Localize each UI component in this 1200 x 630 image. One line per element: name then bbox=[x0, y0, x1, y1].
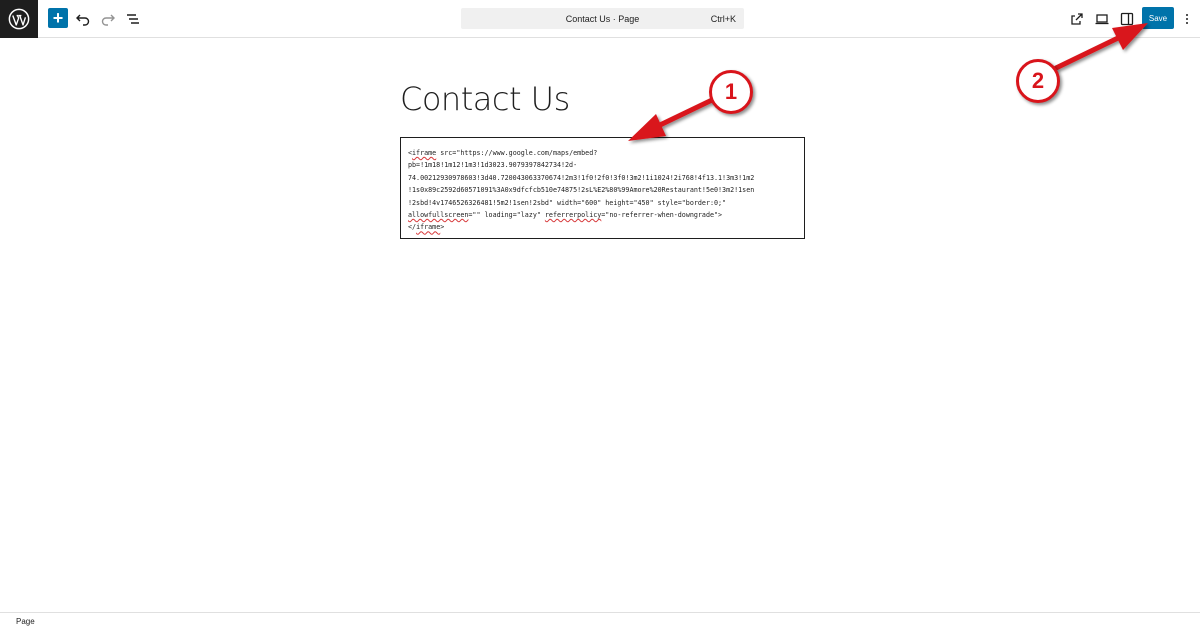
code-text-segment: ="no-referrer-when-downgrade"> bbox=[601, 211, 723, 220]
add-block-button[interactable]: + bbox=[48, 8, 68, 28]
undo-icon bbox=[76, 14, 90, 26]
undo-button[interactable] bbox=[73, 9, 93, 29]
redo-icon bbox=[101, 14, 115, 26]
dot-icon bbox=[1186, 18, 1188, 20]
spellcheck-word: iframe bbox=[412, 149, 437, 157]
code-text-segment: > bbox=[440, 223, 445, 232]
code-line: 74.00212930978603!3d40.720043063370674!2… bbox=[408, 174, 754, 182]
breadcrumb[interactable]: Page bbox=[16, 617, 35, 626]
spellcheck-word: allowfullscreen bbox=[408, 211, 469, 220]
dot-icon bbox=[1186, 22, 1188, 24]
options-menu-button[interactable] bbox=[1180, 9, 1194, 29]
dot-icon bbox=[1186, 14, 1188, 16]
code-text-segment: pb=!1m18!1m12!1m3!1d3023.9079397842734!2… bbox=[408, 161, 578, 170]
shortcut-hint: Ctrl+K bbox=[710, 13, 736, 24]
code-text-segment: src="https://www.google.com/maps/embed? bbox=[436, 149, 598, 157]
code-text-segment: 74.00212930978603!3d40.720043063370674!2… bbox=[408, 173, 755, 182]
spellcheck-word: iframe bbox=[416, 223, 441, 232]
editor-top-toolbar: + Contact Us · Page Ctrl+K Save bbox=[0, 0, 1200, 38]
arrow-1 bbox=[628, 97, 715, 141]
desktop-icon bbox=[1095, 14, 1109, 25]
external-link-icon bbox=[1071, 13, 1083, 25]
code-text-segment: !1s0x89c2592d60571091%3A0x9dfcfcb510e748… bbox=[408, 186, 755, 195]
preview-device-button[interactable] bbox=[1092, 9, 1112, 29]
redo-button[interactable] bbox=[98, 9, 118, 29]
code-line: !2sbd!4v1746526326481!5m2!1sen!2sbd" wid… bbox=[408, 199, 726, 207]
settings-sidebar-toggle[interactable] bbox=[1117, 9, 1137, 29]
code-line: <iframe src="https://www.google.com/maps… bbox=[408, 149, 597, 157]
list-view-icon bbox=[127, 14, 139, 24]
custom-html-block[interactable]: <iframe src="https://www.google.com/maps… bbox=[400, 137, 805, 239]
code-line: </iframe> bbox=[408, 223, 444, 231]
document-title: Contact Us · Page bbox=[565, 13, 640, 24]
status-bar: Page bbox=[0, 612, 1200, 630]
code-line: allowfullscreen="" loading="lazy" referr… bbox=[408, 211, 722, 219]
code-line: !1s0x89c2592d60571091%3A0x9dfcfcb510e748… bbox=[408, 186, 754, 194]
annotation-badge-2: 2 bbox=[1016, 59, 1060, 103]
code-text-segment: ="" loading="lazy" bbox=[468, 211, 545, 220]
code-text-segment: !2sbd!4v1746526326481!5m2!1sen!2sbd" wid… bbox=[408, 198, 727, 207]
view-page-button[interactable] bbox=[1067, 9, 1087, 29]
command-palette-bar[interactable]: Contact Us · Page Ctrl+K bbox=[461, 8, 744, 29]
sidebar-icon bbox=[1120, 12, 1134, 26]
annotation-badge-1: 1 bbox=[709, 70, 753, 114]
code-line: pb=!1m18!1m12!1m3!1d3023.9079397842734!2… bbox=[408, 161, 577, 169]
save-button[interactable]: Save bbox=[1142, 7, 1174, 29]
page-title[interactable]: Contact Us bbox=[400, 80, 570, 118]
spellcheck-word: referrerpolicy bbox=[544, 211, 602, 220]
wordpress-logo-icon[interactable] bbox=[0, 0, 38, 38]
document-overview-button[interactable] bbox=[123, 9, 143, 29]
code-text[interactable]: <iframe src="https://www.google.com/maps… bbox=[408, 147, 797, 234]
code-text-segment: </ bbox=[408, 223, 417, 232]
wordpress-icon bbox=[8, 8, 30, 30]
